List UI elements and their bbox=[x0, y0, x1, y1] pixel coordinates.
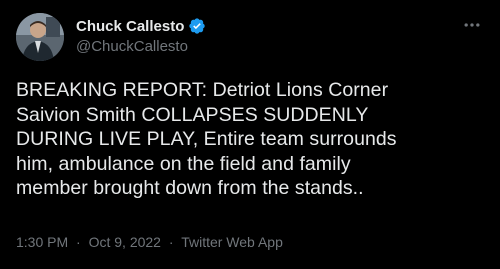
tweet-date[interactable]: Oct 9, 2022 bbox=[89, 234, 161, 250]
meta-separator: · bbox=[168, 234, 174, 250]
avatar-image bbox=[16, 13, 64, 61]
tweet-header: Chuck Callesto @ChuckCallesto bbox=[16, 13, 484, 61]
tweet-time[interactable]: 1:30 PM bbox=[16, 234, 68, 250]
tweet-text-line: member brought down from the stands.. bbox=[16, 177, 364, 200]
more-options-icon[interactable] bbox=[462, 15, 482, 35]
avatar[interactable] bbox=[16, 13, 64, 61]
verified-badge-icon bbox=[188, 17, 206, 35]
tweet-metadata: 1:30 PM · Oct 9, 2022 · Twitter Web App bbox=[16, 234, 283, 250]
display-name-row: Chuck Callesto bbox=[76, 16, 206, 36]
tweet-source: Twitter Web App bbox=[181, 234, 283, 250]
tweet-text: BREAKING REPORT: Detriot Lions Corner Sa… bbox=[16, 78, 486, 201]
author-handle[interactable]: @ChuckCallesto bbox=[76, 38, 206, 55]
tweet-text-line: DURING LIVE PLAY, Entire team surrounds bbox=[16, 128, 397, 151]
display-name[interactable]: Chuck Callesto bbox=[76, 18, 184, 35]
author-names: Chuck Callesto @ChuckCallesto bbox=[76, 16, 206, 55]
tweet-text-line: BREAKING REPORT: Detriot Lions Corner bbox=[16, 79, 389, 101]
tweet-text-line: Saivion Smith COLLAPSES SUDDENLY bbox=[16, 103, 369, 126]
meta-separator: · bbox=[76, 234, 81, 250]
tweet-text-line: him, ambulance on the field and family bbox=[16, 152, 351, 175]
tweet-card: Chuck Callesto @ChuckCallesto BREAKING R… bbox=[0, 0, 500, 269]
